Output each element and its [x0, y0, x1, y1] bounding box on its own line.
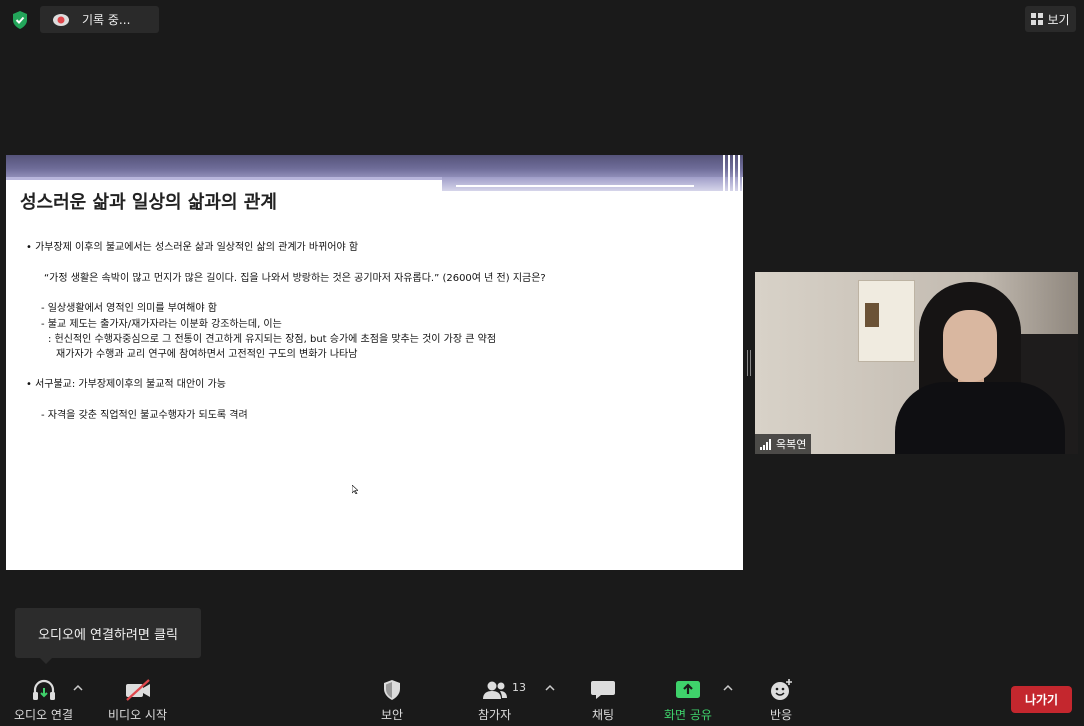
- audio-button[interactable]: 오디오 연결: [14, 678, 73, 723]
- slide-bullet: • 서구불교: 가부장제이후의 불교적 대안이 가능: [26, 379, 226, 390]
- slide-subitem: : 헌신적인 수행자중심으로 그 전통이 견고하게 유지되는 장점, but 승…: [48, 334, 497, 345]
- video-off-icon: [125, 679, 150, 701]
- video-wall-poster: [858, 280, 915, 362]
- participant-body: [895, 382, 1065, 454]
- slide-title: 성스러운 삶과 일상의 삶과의 관계: [20, 192, 277, 213]
- participant-video-tile[interactable]: 옥복연: [755, 272, 1078, 454]
- chevron-up-icon[interactable]: [73, 684, 83, 692]
- slide-decoration-bars: [723, 155, 740, 191]
- security-button[interactable]: 보안: [378, 678, 406, 723]
- shield-check-icon[interactable]: [10, 10, 30, 30]
- audio-tooltip[interactable]: 오디오에 연결하려면 클릭: [15, 608, 201, 664]
- chat-button[interactable]: 채팅: [589, 678, 617, 723]
- video-button[interactable]: 비디오 시작: [108, 678, 167, 723]
- slide-subitem: - 불교 제도는 출가자/재가자라는 이분화 강조하는데, 이는: [41, 319, 282, 330]
- slide-quote: “가정 생활은 속박이 많고 먼지가 많은 길이다. 집을 나와서 방랑하는 것…: [44, 273, 546, 284]
- participant-name: 옥복연: [776, 438, 807, 451]
- reactions-label: 반응: [769, 708, 793, 722]
- video-label: 비디오 시작: [108, 708, 168, 722]
- slide-header-line: [456, 185, 694, 187]
- slide-header-accent: [442, 177, 742, 191]
- security-label: 보안: [380, 708, 404, 722]
- grid-view-icon: [1031, 13, 1044, 25]
- participants-icon: [482, 681, 507, 699]
- share-screen-icon: [675, 681, 700, 698]
- participants-label: 참가자: [478, 708, 512, 722]
- signal-icon: [760, 438, 771, 450]
- reactions-button[interactable]: 반응: [767, 678, 795, 723]
- shared-screen-slide: 성스러운 삶과 일상의 삶과의 관계 • 가부장제 이후의 불교에서는 성스러운…: [6, 155, 743, 570]
- participants-count: 13: [512, 681, 526, 694]
- slide-header-band: [6, 155, 743, 177]
- participant-face: [943, 310, 997, 382]
- chat-icon: [591, 681, 615, 699]
- participants-button[interactable]: 참가자: [478, 678, 511, 723]
- slide-header-stripe: [6, 177, 442, 180]
- mouse-cursor-icon: [352, 485, 358, 494]
- view-label: 보기: [1047, 12, 1070, 27]
- participant-name-tag: 옥복연: [755, 434, 812, 454]
- chat-label: 채팅: [591, 708, 615, 722]
- meeting-toolbar: 오디오 연결 비디오 시작 보안 참가자 13 채팅 화면 공유 반응: [0, 670, 1084, 726]
- share-screen-button[interactable]: 화면 공유: [664, 678, 712, 723]
- slide-bullet: • 가부장제 이후의 불교에서는 성스러운 삶과 일상적인 삶의 관계가 바뀌어…: [26, 242, 359, 253]
- audio-label: 오디오 연결: [14, 708, 74, 722]
- slide-subitem: - 자격을 갖춘 직업적인 불교수행자가 되도록 격려: [41, 410, 248, 421]
- leave-button[interactable]: 나가기: [1011, 686, 1072, 713]
- slide-subitem: - 일상생활에서 영적인 의미를 부여해야 함: [41, 303, 217, 314]
- security-shield-icon: [384, 680, 400, 700]
- slide-subitem: 재가자가 수행과 교리 연구에 참여하면서 고전적인 구도의 변화가 나타남: [56, 349, 358, 360]
- headphones-icon: [32, 679, 55, 700]
- recording-label: 기록 중...: [82, 13, 131, 27]
- chevron-up-icon[interactable]: [723, 684, 733, 692]
- share-label: 화면 공유: [664, 708, 712, 722]
- recording-indicator[interactable]: 기록 중...: [40, 6, 159, 33]
- split-resize-handle[interactable]: [747, 350, 751, 376]
- reaction-icon: [771, 679, 792, 700]
- view-button[interactable]: 보기: [1025, 6, 1076, 32]
- record-icon: [53, 13, 69, 26]
- chevron-up-icon[interactable]: [545, 684, 555, 692]
